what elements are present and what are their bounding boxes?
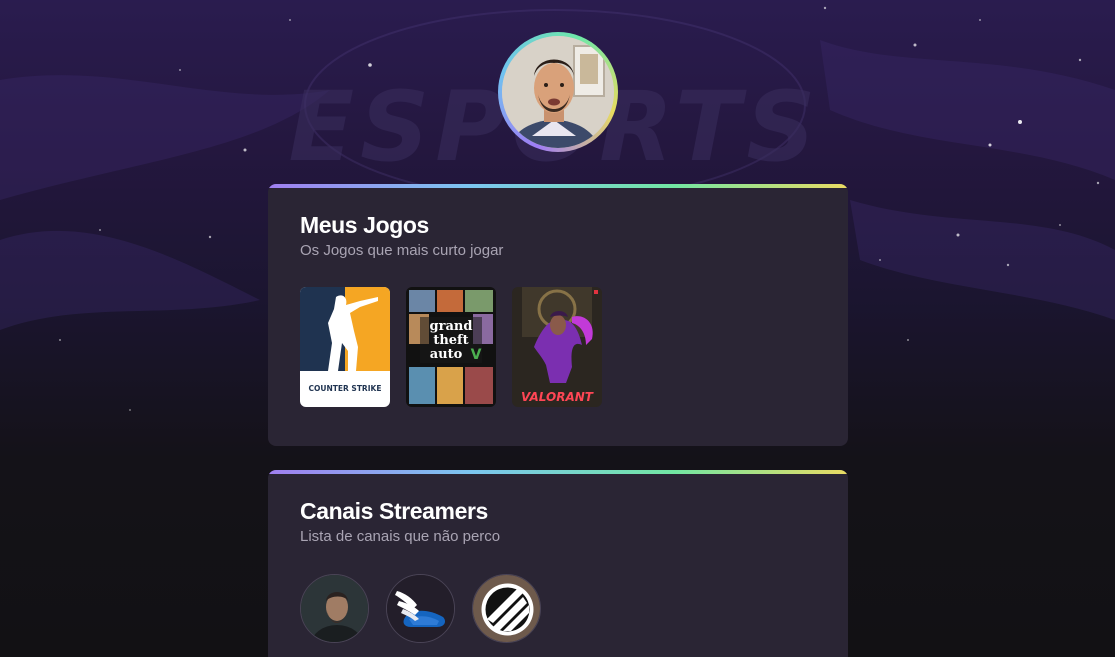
streamers-list [300,574,541,643]
game-gta-v[interactable]: grand theft auto V [406,287,496,407]
svg-text:grand: grand [430,319,473,334]
games-title: Meus Jogos [300,212,429,238]
esl-logo-icon [473,575,540,642]
games-subtitle: Os Jogos que mais curto jogar [300,242,504,259]
streamer-channel-1[interactable] [300,574,369,643]
streamer-photo-avatar-icon [301,575,368,642]
streamers-title: Canais Streamers [300,498,488,524]
svg-text:auto: auto [430,347,463,362]
streamers-subtitle: Lista de canais que não perco [300,528,501,545]
games-list: COUNTER STRIKE grand theft auto V VALORA… [300,287,602,407]
cs-logo-text: COUNTER STRIKE [309,384,382,393]
games-card: Meus Jogos Os Jogos que mais curto jogar… [268,184,848,446]
streamer-channel-3[interactable] [472,574,541,643]
svg-text:V: V [471,347,482,363]
streamer-channel-2[interactable] [386,574,455,643]
counter-strike-cover-icon: COUNTER STRIKE [300,287,390,407]
streamers-card: Canais Streamers Lista de canais que não… [268,470,848,657]
winged-shoe-logo-icon [387,575,454,642]
profile-photo-icon [502,36,614,148]
svg-text:theft: theft [433,333,468,348]
valorant-cover-icon: VALORANT [512,287,602,407]
game-counter-strike[interactable]: COUNTER STRIKE [300,287,390,407]
game-valorant[interactable]: VALORANT [512,287,602,407]
profile-avatar [498,32,618,152]
gta-v-cover-icon: grand theft auto V [406,287,496,407]
valorant-logo-text: VALORANT [521,390,594,404]
